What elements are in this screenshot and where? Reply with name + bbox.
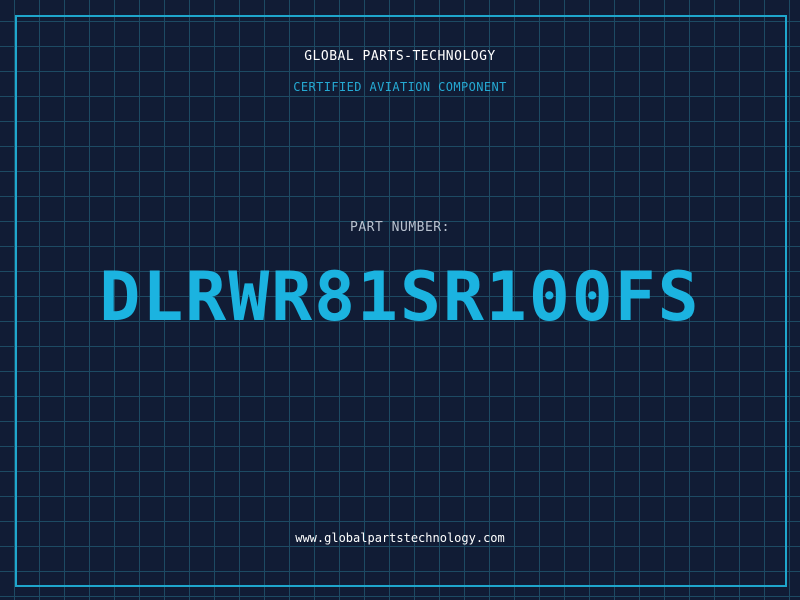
certification-subtitle: CERTIFIED AVIATION COMPONENT (293, 80, 507, 94)
website-url: www.globalpartstechnology.com (295, 531, 505, 545)
part-number-label: PART NUMBER: (350, 220, 450, 235)
part-number-value: DLRWR81SR100FS (99, 258, 701, 337)
company-name: GLOBAL PARTS-TECHNOLOGY (304, 49, 496, 64)
